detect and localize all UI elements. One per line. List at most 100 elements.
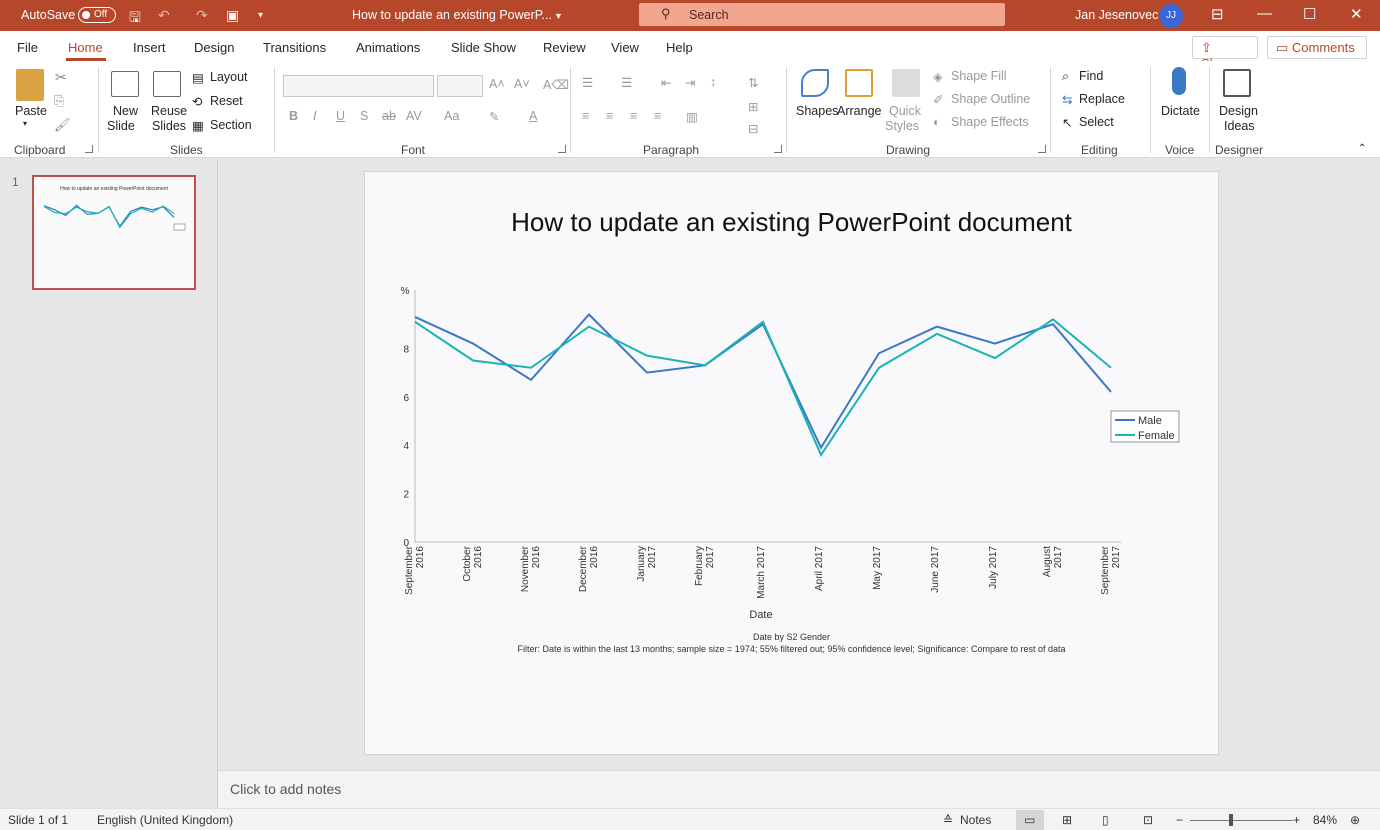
ribbon-display-options-icon[interactable]: ⊟ — [1211, 5, 1224, 23]
zoom-slider[interactable] — [1190, 820, 1293, 821]
format-painter-icon[interactable]: 🖌 — [54, 117, 71, 133]
comments-button[interactable]: ▭ Comments — [1267, 36, 1367, 59]
maximize-icon[interactable]: ☐ — [1303, 5, 1316, 23]
shape-outline-icon[interactable]: ✐ — [933, 92, 943, 107]
replace-button[interactable]: Replace — [1079, 92, 1125, 106]
user-name[interactable]: Jan Jesenovec — [1075, 8, 1158, 22]
paste-label[interactable]: Paste — [15, 104, 47, 118]
line-chart[interactable]: 02468%September 2016 October 2016 November 20… — [365, 172, 1218, 632]
arrange-icon[interactable] — [845, 69, 873, 97]
shape-outline-button[interactable]: Shape Outline — [951, 92, 1030, 106]
italic-icon[interactable]: I — [313, 109, 316, 123]
save-icon[interactable]: 🖫 — [129, 7, 141, 31]
align-text-icon[interactable]: ⊞ — [748, 99, 758, 114]
tab-insert[interactable]: Insert — [133, 40, 166, 55]
tab-view[interactable]: View — [611, 40, 639, 55]
decrease-indent-icon[interactable]: ⇤ — [661, 75, 671, 90]
search-box[interactable]: ⚲ Search — [639, 3, 1005, 26]
redo-icon[interactable]: ↷ — [196, 7, 208, 24]
text-shadow-icon[interactable]: S — [360, 109, 368, 123]
find-icon[interactable]: ⌕ — [1062, 69, 1069, 84]
notes-toggle[interactable]: Notes — [960, 813, 991, 827]
shape-effects-icon[interactable]: ◐ — [933, 115, 941, 129]
notes-pane[interactable]: Click to add notes — [218, 770, 1380, 808]
highlight-icon[interactable]: ✎ — [489, 109, 499, 124]
section-button[interactable]: Section — [210, 118, 252, 132]
chevron-down-icon[interactable]: ▼ — [554, 11, 563, 21]
microphone-icon[interactable] — [1172, 67, 1186, 95]
autosave-toggle[interactable]: Off — [78, 7, 116, 23]
change-case-icon[interactable]: Aa — [444, 109, 459, 123]
design-ideas-label-2[interactable]: Ideas — [1224, 119, 1255, 133]
slide-thumbnail[interactable]: How to update an existing PowerPoint doc… — [32, 175, 196, 290]
quick-styles-label-2[interactable]: Styles — [885, 119, 919, 133]
find-button[interactable]: Find — [1079, 69, 1103, 83]
shape-effects-button[interactable]: Shape Effects — [951, 115, 1029, 129]
tab-home[interactable]: Home — [68, 40, 103, 55]
start-from-beginning-icon[interactable]: ▣ — [226, 7, 239, 24]
bullets-icon[interactable]: ☰ — [582, 75, 593, 90]
layout-icon[interactable]: ▤ — [192, 70, 204, 85]
smartart-icon[interactable]: ⊟ — [748, 121, 758, 136]
new-slide-icon[interactable] — [111, 71, 139, 97]
bold-icon[interactable]: B — [289, 109, 298, 123]
line-spacing-icon[interactable]: ↕ — [710, 75, 716, 89]
columns-icon[interactable]: ▥ — [686, 109, 698, 124]
replace-icon[interactable]: ⇆ — [1062, 92, 1072, 107]
reading-view-icon[interactable]: ▯ — [1102, 813, 1109, 827]
share-button[interactable]: ⇪ Share — [1192, 36, 1258, 71]
font-color-icon[interactable]: A — [529, 109, 537, 123]
cut-icon[interactable]: ✂ — [55, 69, 67, 86]
select-icon[interactable]: ↖ — [1062, 115, 1072, 130]
reuse-slides-icon[interactable] — [153, 71, 181, 97]
dialog-launcher-icon[interactable] — [85, 145, 93, 153]
quick-styles-icon[interactable] — [892, 69, 920, 97]
clear-formatting-icon[interactable]: A⌫ — [543, 77, 569, 92]
align-center-icon[interactable]: ≡ — [606, 109, 613, 123]
dialog-launcher-icon[interactable] — [1038, 145, 1046, 153]
align-left-icon[interactable]: ≡ — [582, 109, 589, 123]
character-spacing-icon[interactable]: AV — [406, 109, 422, 123]
select-button[interactable]: Select — [1079, 115, 1114, 129]
reset-icon[interactable]: ⟲ — [192, 94, 202, 109]
section-icon[interactable]: ▦ — [192, 118, 204, 133]
undo-icon[interactable]: ↶ — [158, 7, 170, 24]
reuse-slides-label-2[interactable]: Slides — [152, 119, 186, 133]
shapes-label[interactable]: Shapes — [796, 104, 838, 118]
zoom-in-icon[interactable]: + — [1293, 813, 1300, 827]
numbering-icon[interactable]: ☰ — [621, 75, 632, 90]
paste-icon[interactable] — [16, 69, 44, 101]
tab-file[interactable]: File — [17, 40, 38, 55]
tab-design[interactable]: Design — [194, 40, 234, 55]
tab-help[interactable]: Help — [666, 40, 693, 55]
layout-button[interactable]: Layout — [210, 70, 248, 84]
tab-animations[interactable]: Animations — [356, 40, 420, 55]
dialog-launcher-icon[interactable] — [558, 145, 566, 153]
tab-review[interactable]: Review — [543, 40, 586, 55]
strikethrough-icon[interactable]: ab — [382, 109, 396, 123]
zoom-slider-handle[interactable] — [1229, 814, 1233, 826]
notes-icon[interactable]: ≙ — [943, 813, 953, 827]
chevron-down-icon[interactable]: ▾ — [23, 119, 27, 128]
font-size-dropdown[interactable] — [437, 75, 483, 97]
slide-canvas[interactable]: How to update an existing PowerPoint doc… — [364, 171, 1219, 755]
collapse-ribbon-icon[interactable]: ⌃ — [1358, 143, 1366, 154]
notes-placeholder[interactable]: Click to add notes — [230, 781, 341, 797]
minimize-icon[interactable]: — — [1257, 5, 1272, 22]
shape-fill-icon[interactable]: ◈ — [933, 69, 943, 84]
underline-icon[interactable]: U — [336, 109, 345, 123]
close-icon[interactable]: ✕ — [1350, 5, 1363, 23]
fit-to-window-icon[interactable]: ⊕ — [1350, 813, 1360, 827]
dialog-launcher-icon[interactable] — [774, 145, 782, 153]
copy-icon[interactable]: ⎘ — [54, 93, 64, 109]
increase-font-size-icon[interactable]: A˄ — [489, 77, 505, 91]
increase-indent-icon[interactable]: ⇥ — [685, 75, 695, 90]
font-name-dropdown[interactable] — [283, 75, 434, 97]
language-indicator[interactable]: English (United Kingdom) — [97, 813, 233, 827]
avatar[interactable]: JJ — [1159, 4, 1183, 28]
decrease-font-size-icon[interactable]: A˅ — [514, 77, 530, 91]
zoom-level[interactable]: 84% — [1313, 813, 1337, 827]
text-direction-icon[interactable]: ⇅ — [748, 75, 758, 90]
shape-fill-button[interactable]: Shape Fill — [951, 69, 1007, 83]
quick-styles-label-1[interactable]: Quick — [889, 104, 921, 118]
